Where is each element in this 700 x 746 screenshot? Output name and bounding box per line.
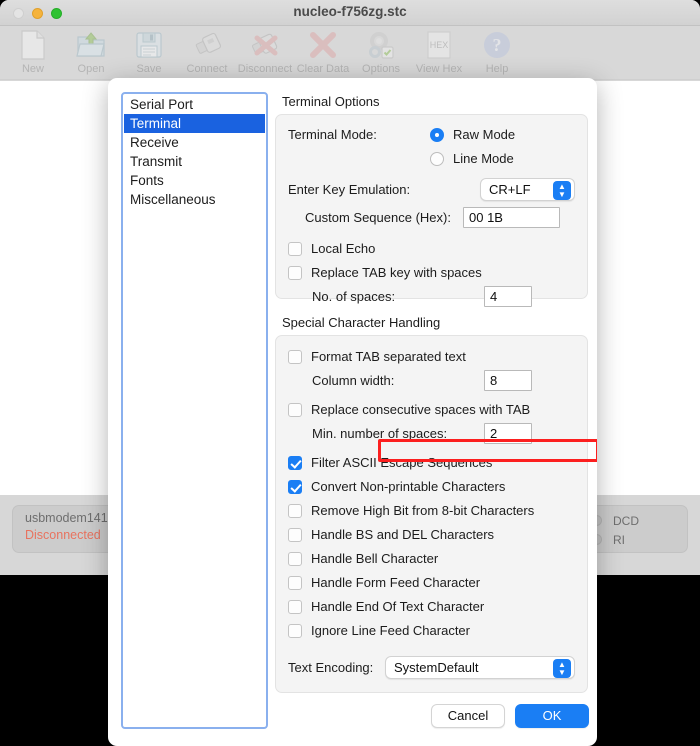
- special-character-handling-group: Format TAB separated text Column width: …: [275, 335, 588, 693]
- min-number-of-spaces-input[interactable]: 2: [484, 423, 532, 444]
- toolbar-label-open: Open: [77, 63, 105, 75]
- new-document-icon: [4, 28, 62, 62]
- category-item-receive[interactable]: Receive: [124, 133, 265, 152]
- radio-raw-mode[interactable]: [430, 127, 444, 142]
- checkbox-format-tab-separated-text[interactable]: [288, 349, 302, 364]
- group-title-terminal-options: Terminal Options: [282, 94, 380, 109]
- category-item-serial-port[interactable]: Serial Port: [124, 95, 265, 114]
- text-encoding-label: Text Encoding:: [288, 660, 374, 675]
- toolbar-button-clear-data[interactable]: Clear Data: [294, 26, 352, 75]
- custom-sequence-input[interactable]: 00 1B: [463, 207, 560, 228]
- checkbox-label-replace-consecutive-spaces: Replace consecutive spaces with TAB: [311, 402, 531, 417]
- checkbox-label-handle-end-of-text: Handle End Of Text Character: [311, 599, 485, 614]
- checkbox-convert-non-printable-characters[interactable]: [288, 479, 302, 494]
- screenshot-root: nucleo-f756zg.stc New Open Save Connect …: [0, 0, 700, 746]
- toolbar-button-open[interactable]: Open: [62, 26, 120, 75]
- checkbox-label-handle-form-feed: Handle Form Feed Character: [311, 575, 481, 590]
- hex-icon: HEX: [410, 28, 468, 62]
- ok-button[interactable]: OK: [515, 704, 589, 728]
- toolbar-button-options[interactable]: Options: [352, 26, 410, 75]
- toolbar-button-new[interactable]: New: [4, 26, 62, 75]
- gears-icon: [352, 28, 410, 62]
- question-mark-icon: ?: [468, 28, 526, 62]
- toolbar-label-view-hex: View Hex: [415, 63, 463, 75]
- svg-text:?: ?: [493, 35, 502, 55]
- category-item-transmit[interactable]: Transmit: [124, 152, 265, 171]
- dialog-footer: Cancel OK: [268, 704, 597, 728]
- options-dialog: Serial Port Terminal Receive Transmit Fo…: [108, 78, 597, 746]
- chevron-updown-icon-encoding: ▲ ▼: [553, 659, 571, 678]
- signal-label-dcd: DCD: [613, 513, 639, 528]
- checkbox-label-format-tab-separated-text: Format TAB separated text: [311, 349, 466, 364]
- checkbox-filter-ascii-escape-sequences[interactable]: [288, 455, 302, 470]
- no-of-spaces-input[interactable]: 4: [484, 286, 532, 307]
- toolbar-button-connect[interactable]: Connect: [178, 26, 236, 75]
- category-item-miscellaneous[interactable]: Miscellaneous: [124, 190, 265, 209]
- terminal-options-group: Terminal Mode: Raw Mode Line Mode Enter …: [275, 114, 588, 307]
- checkbox-replace-consecutive-spaces[interactable]: [288, 402, 302, 417]
- floppy-disk-icon: [120, 28, 178, 62]
- toolbar-label-connect: Connect: [186, 63, 228, 75]
- cancel-button[interactable]: Cancel: [431, 704, 505, 728]
- radio-line-mode[interactable]: [430, 151, 444, 166]
- terminal-mode-label: Terminal Mode:: [288, 127, 377, 142]
- checkbox-label-filter-ascii-escape-sequences: Filter ASCII Escape Sequences: [311, 455, 493, 470]
- toolbar-button-save[interactable]: Save: [120, 26, 178, 75]
- toolbar-button-disconnect[interactable]: Disconnect: [236, 26, 294, 75]
- checkbox-label-local-echo: Local Echo: [311, 241, 376, 256]
- chevron-updown-icon: ▲ ▼: [553, 181, 571, 200]
- checkbox-local-echo[interactable]: [288, 241, 302, 256]
- signal-label-ri: RI: [613, 532, 625, 547]
- column-width-label: Column width:: [312, 373, 395, 388]
- checkbox-handle-bell[interactable]: [288, 551, 302, 566]
- group-title-special-character-handling: Special Character Handling: [282, 315, 441, 330]
- checkbox-label-handle-bell: Handle Bell Character: [311, 551, 439, 566]
- custom-sequence-label: Custom Sequence (Hex):: [305, 210, 451, 225]
- category-item-fonts[interactable]: Fonts: [124, 171, 265, 190]
- usb-stick-icon: [178, 28, 236, 62]
- checkbox-label-remove-high-bit: Remove High Bit from 8-bit Characters: [311, 503, 535, 518]
- toolbar-label-help: Help: [485, 63, 509, 75]
- checkbox-handle-end-of-text[interactable]: [288, 599, 302, 614]
- open-folder-icon: [62, 28, 120, 62]
- checkbox-label-ignore-line-feed: Ignore Line Feed Character: [311, 623, 470, 638]
- title-bar: nucleo-f756zg.stc: [0, 0, 700, 26]
- usb-disconnect-icon: [236, 28, 294, 62]
- checkbox-label-handle-bs-del: Handle BS and DEL Characters: [311, 527, 495, 542]
- toolbar-label-new: New: [21, 63, 44, 75]
- red-x-icon: [294, 28, 352, 62]
- enter-key-emulation-select[interactable]: CR+LF ▲ ▼: [480, 178, 575, 201]
- checkbox-label-convert-non-printable-characters: Convert Non-printable Characters: [311, 479, 506, 494]
- checkbox-ignore-line-feed[interactable]: [288, 623, 302, 638]
- category-item-terminal[interactable]: Terminal: [124, 114, 265, 133]
- text-encoding-select[interactable]: SystemDefault ▲ ▼: [385, 656, 575, 679]
- no-of-spaces-label: No. of spaces:: [312, 289, 396, 304]
- toolbar-label-disconnect: Disconnect: [237, 63, 293, 75]
- toolbar-label-save: Save: [136, 63, 162, 75]
- checkbox-label-replace-tab-key: Replace TAB key with spaces: [311, 265, 482, 280]
- radio-label-line-mode: Line Mode: [453, 151, 514, 166]
- toolbar-label-options: Options: [362, 63, 400, 75]
- column-width-input[interactable]: 8: [484, 370, 532, 391]
- toolbar: New Open Save Connect Disconnect Clear D…: [0, 26, 700, 80]
- checkbox-replace-tab-key[interactable]: [288, 265, 302, 280]
- toolbar-label-clear-data: Clear Data: [296, 63, 350, 75]
- enter-key-emulation-label: Enter Key Emulation:: [288, 182, 411, 197]
- min-number-of-spaces-label: Min. number of spaces:: [312, 426, 448, 441]
- svg-text:HEX: HEX: [430, 40, 449, 50]
- category-list[interactable]: Serial Port Terminal Receive Transmit Fo…: [121, 92, 268, 729]
- checkbox-remove-high-bit[interactable]: [288, 503, 302, 518]
- enter-key-emulation-value: CR+LF: [489, 182, 531, 197]
- checkbox-handle-form-feed[interactable]: [288, 575, 302, 590]
- text-encoding-value: SystemDefault: [394, 660, 479, 675]
- toolbar-button-help[interactable]: ? Help: [468, 26, 526, 75]
- settings-content-pane: Terminal Options Terminal Mode: Raw Mode…: [268, 78, 597, 746]
- toolbar-button-view-hex[interactable]: HEX View Hex: [410, 26, 468, 75]
- window-title: nucleo-f756zg.stc: [293, 4, 407, 19]
- checkbox-handle-bs-del[interactable]: [288, 527, 302, 542]
- radio-label-raw-mode: Raw Mode: [453, 127, 516, 142]
